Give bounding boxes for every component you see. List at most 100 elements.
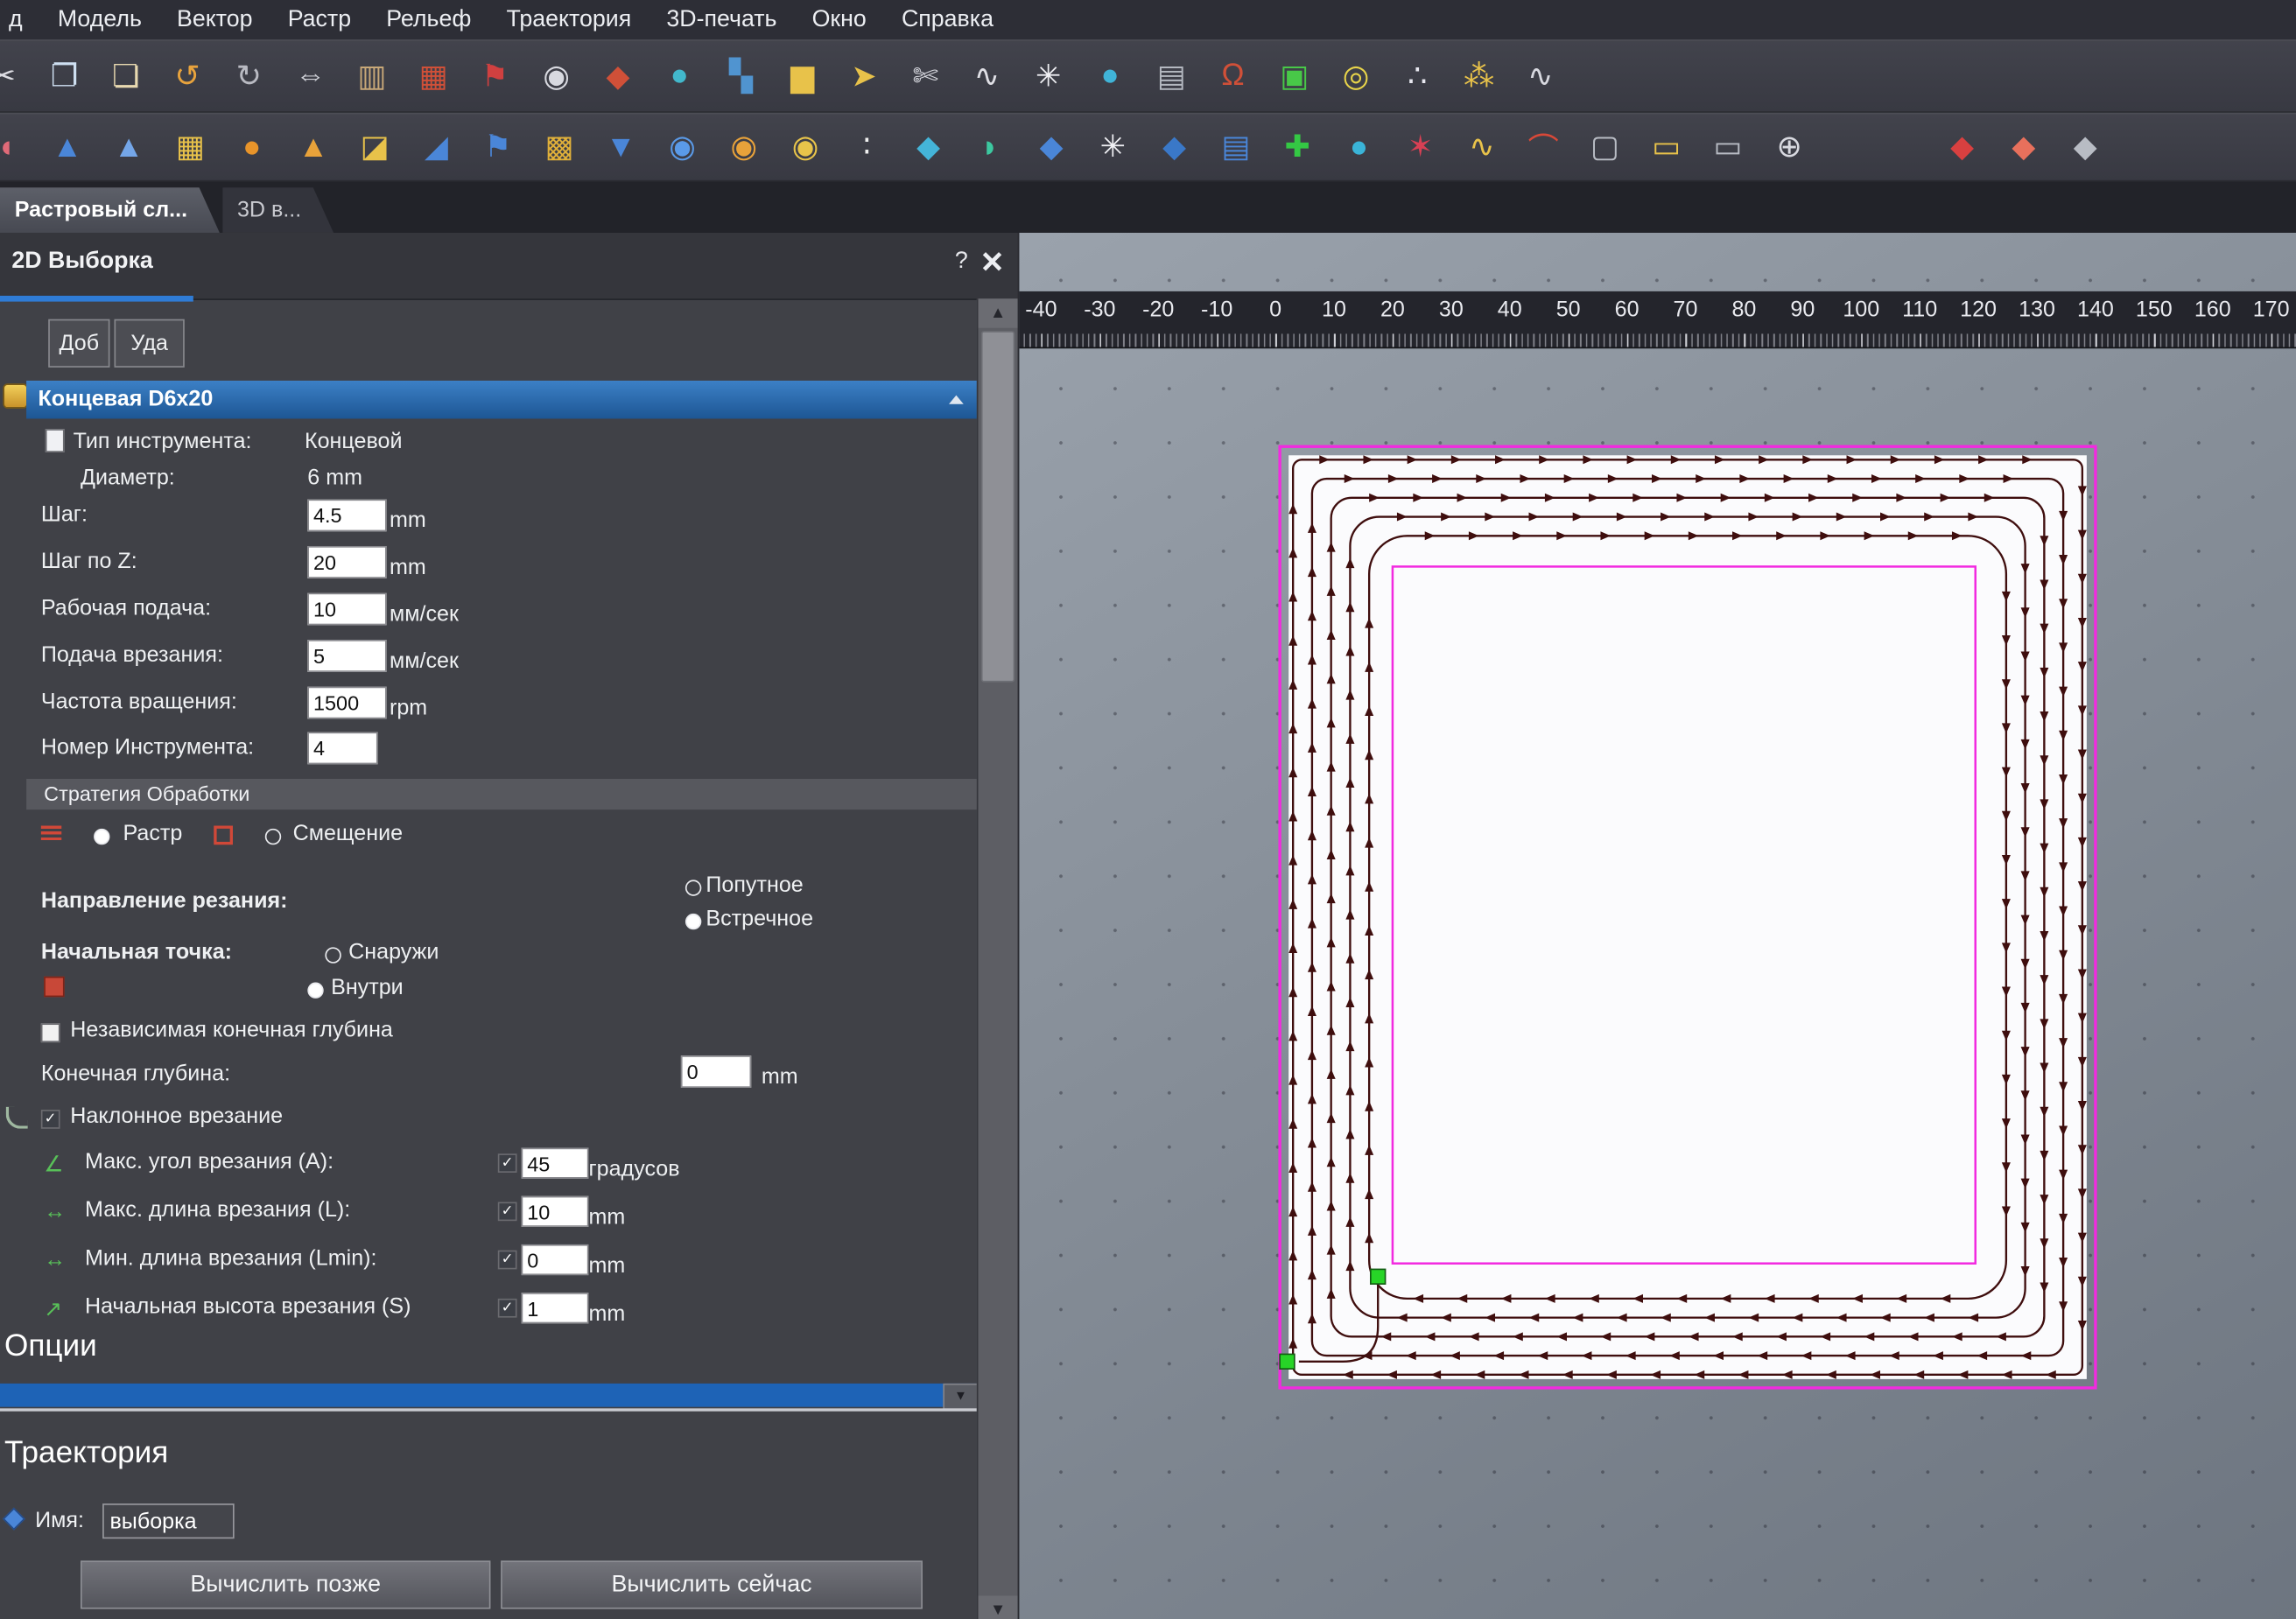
circle-nodes-icon[interactable]: ◉ bbox=[536, 56, 577, 97]
scrollbar-thumb[interactable] bbox=[981, 331, 1015, 682]
conventional-radio[interactable] bbox=[685, 914, 701, 929]
menu-item-3dprint[interactable]: 3D-печать bbox=[666, 7, 776, 33]
flag-blue-icon[interactable]: ⚑ bbox=[477, 127, 518, 168]
folder-icon[interactable]: ▆ bbox=[782, 56, 823, 97]
move-box-icon[interactable]: ⊕ bbox=[1769, 127, 1810, 168]
drop-orange-icon[interactable]: ● bbox=[231, 127, 272, 168]
drawing-canvas[interactable]: -40-30-20-100102030405060708090100110120… bbox=[1018, 233, 2296, 1619]
ramp-row-checkbox[interactable] bbox=[498, 1153, 517, 1173]
plane-blue2-icon[interactable]: ◆ bbox=[1154, 127, 1195, 168]
menu-item-model[interactable]: Модель bbox=[58, 7, 142, 33]
menu-item-truncated[interactable]: д bbox=[9, 7, 23, 33]
dots-icon[interactable]: ∴ bbox=[1397, 56, 1438, 97]
leaf-teal-icon[interactable]: ◗ bbox=[969, 127, 1010, 168]
toolnum-input[interactable] bbox=[307, 732, 377, 764]
knob-orange-icon[interactable]: ◉ bbox=[723, 127, 764, 168]
scroll-down-icon[interactable]: ▼ bbox=[978, 1595, 1017, 1619]
starburst-icon[interactable]: ✳ bbox=[1028, 56, 1069, 97]
chip-green-icon[interactable]: ▣ bbox=[1274, 56, 1315, 97]
delete-tool-button[interactable]: Уда bbox=[114, 319, 184, 368]
scroll-up-icon[interactable]: ▲ bbox=[978, 298, 1017, 327]
sphere-blue-icon[interactable]: ◉ bbox=[662, 127, 703, 168]
measure-icon[interactable]: ⇔ bbox=[290, 56, 331, 97]
step-input[interactable] bbox=[307, 499, 386, 531]
panel-scrollbar[interactable]: ▲ ▼ bbox=[977, 298, 1018, 1619]
grid-icon[interactable]: ▦ bbox=[413, 56, 454, 97]
panels-icon[interactable]: ▥ bbox=[351, 56, 392, 97]
relief-gray-icon[interactable]: ◆ bbox=[2065, 127, 2106, 168]
feed-input[interactable] bbox=[307, 593, 386, 626]
weave-icon[interactable]: ▦ bbox=[170, 127, 211, 168]
pyramid-blue2-icon[interactable]: ▲ bbox=[109, 127, 150, 168]
tab-raster-layer[interactable]: Растровый сл... bbox=[0, 187, 220, 233]
folder-arrow-icon[interactable]: ◪ bbox=[355, 127, 396, 168]
menu-item-help[interactable]: Справка bbox=[902, 7, 994, 33]
pyramid-blue-icon[interactable]: ▲ bbox=[47, 127, 88, 168]
erase-diamond-icon[interactable]: ◆ bbox=[598, 56, 639, 97]
dotted-wave-icon[interactable]: ⁂ bbox=[1458, 56, 1499, 97]
final-depth-input[interactable] bbox=[681, 1055, 751, 1088]
weave2-icon[interactable]: ▩ bbox=[539, 127, 580, 168]
plus-green-icon[interactable]: ✚ bbox=[1277, 127, 1318, 168]
tool-header[interactable]: Концевая D6x20 bbox=[26, 381, 978, 418]
layers-blue-icon[interactable]: ▤ bbox=[1216, 127, 1257, 168]
wedge-blue-icon[interactable]: ◢ bbox=[416, 127, 457, 168]
knob-yellow-icon[interactable]: ◉ bbox=[785, 127, 826, 168]
sphere-teal-icon[interactable]: ● bbox=[659, 56, 700, 97]
shape-gray-icon[interactable]: ▭ bbox=[1708, 127, 1749, 168]
help-button[interactable]: ? bbox=[955, 249, 968, 275]
ball-teal-icon[interactable]: ● bbox=[1090, 56, 1131, 97]
collapse-icon[interactable] bbox=[949, 396, 964, 404]
close-icon[interactable]: ✕ bbox=[980, 244, 1005, 281]
menu-item-raster[interactable]: Растр bbox=[288, 7, 351, 33]
tab-3d-view[interactable]: 3D в... bbox=[222, 187, 334, 233]
menu-item-window[interactable]: Окно bbox=[812, 7, 867, 33]
stack-icon[interactable]: ▤ bbox=[1151, 56, 1192, 97]
snip-nodes-icon[interactable]: ✄ bbox=[905, 56, 946, 97]
copy-icon[interactable]: ❐ bbox=[44, 56, 85, 97]
menu-item-vector[interactable]: Вектор bbox=[177, 7, 252, 33]
arrow-yellow-icon[interactable]: ➤ bbox=[844, 56, 885, 97]
independent-depth-checkbox[interactable] bbox=[41, 1023, 60, 1042]
menu-item-relief[interactable]: Рельеф bbox=[386, 7, 471, 33]
omega-icon[interactable]: Ω bbox=[1212, 56, 1253, 97]
inside-radio[interactable] bbox=[307, 983, 323, 999]
curve-node-icon[interactable]: ∿ bbox=[966, 56, 1008, 97]
raster-radio[interactable] bbox=[94, 829, 109, 845]
ramp-row-checkbox[interactable] bbox=[498, 1299, 517, 1318]
lamp-icon[interactable]: ◎ bbox=[1336, 56, 1377, 97]
eraser-teal-icon[interactable]: ◆ bbox=[908, 127, 949, 168]
chevron-down-icon[interactable]: ▼ bbox=[943, 1384, 978, 1410]
paste-icon[interactable]: ❏ bbox=[105, 56, 146, 97]
ramp-minlen-input[interactable] bbox=[522, 1244, 589, 1275]
circle-rect-icon[interactable]: ▭ bbox=[1646, 127, 1687, 168]
trajectory-name-input[interactable] bbox=[102, 1503, 235, 1538]
add-tool-button[interactable]: Доб bbox=[48, 319, 109, 368]
ramp-row-checkbox[interactable] bbox=[498, 1251, 517, 1270]
ramp-height-input[interactable] bbox=[522, 1293, 589, 1323]
star-white-icon[interactable]: ✳ bbox=[1092, 127, 1134, 168]
calculate-now-button[interactable]: Вычислить сейчас bbox=[501, 1560, 923, 1608]
outside-radio[interactable] bbox=[325, 947, 341, 963]
color-blocks-icon[interactable]: ▚ bbox=[720, 56, 762, 97]
relief-red-icon[interactable]: ◆ bbox=[1941, 127, 1983, 168]
plane-down-icon[interactable]: ▼ bbox=[600, 127, 642, 168]
menu-item-toolpath[interactable]: Траектория bbox=[507, 7, 632, 33]
offset-radio[interactable] bbox=[265, 829, 281, 845]
undo-icon[interactable]: ↺ bbox=[167, 56, 208, 97]
rpm-input[interactable] bbox=[307, 687, 386, 719]
ramp-checkbox[interactable] bbox=[41, 1110, 60, 1129]
stepz-input[interactable] bbox=[307, 546, 386, 578]
pin-icon[interactable]: ⚑ bbox=[474, 56, 516, 97]
lasso-icon[interactable]: ∿ bbox=[1462, 127, 1503, 168]
half-sphere-icon[interactable]: ◖ bbox=[0, 127, 26, 168]
clipped-dropdown-row[interactable]: ▼ bbox=[0, 1384, 978, 1407]
star-red-icon[interactable]: ✶ bbox=[1400, 127, 1441, 168]
square-gray-icon[interactable]: ▢ bbox=[1584, 127, 1625, 168]
relief-salmon-icon[interactable]: ◆ bbox=[2004, 127, 2045, 168]
calculate-later-button[interactable]: Вычислить позже bbox=[81, 1560, 490, 1608]
scissors-icon[interactable]: ✂ bbox=[0, 56, 24, 97]
ramp-angle-input[interactable] bbox=[522, 1148, 589, 1179]
ramp-row-checkbox[interactable] bbox=[498, 1202, 517, 1221]
node-graph-icon[interactable]: ∿ bbox=[1520, 56, 1561, 97]
